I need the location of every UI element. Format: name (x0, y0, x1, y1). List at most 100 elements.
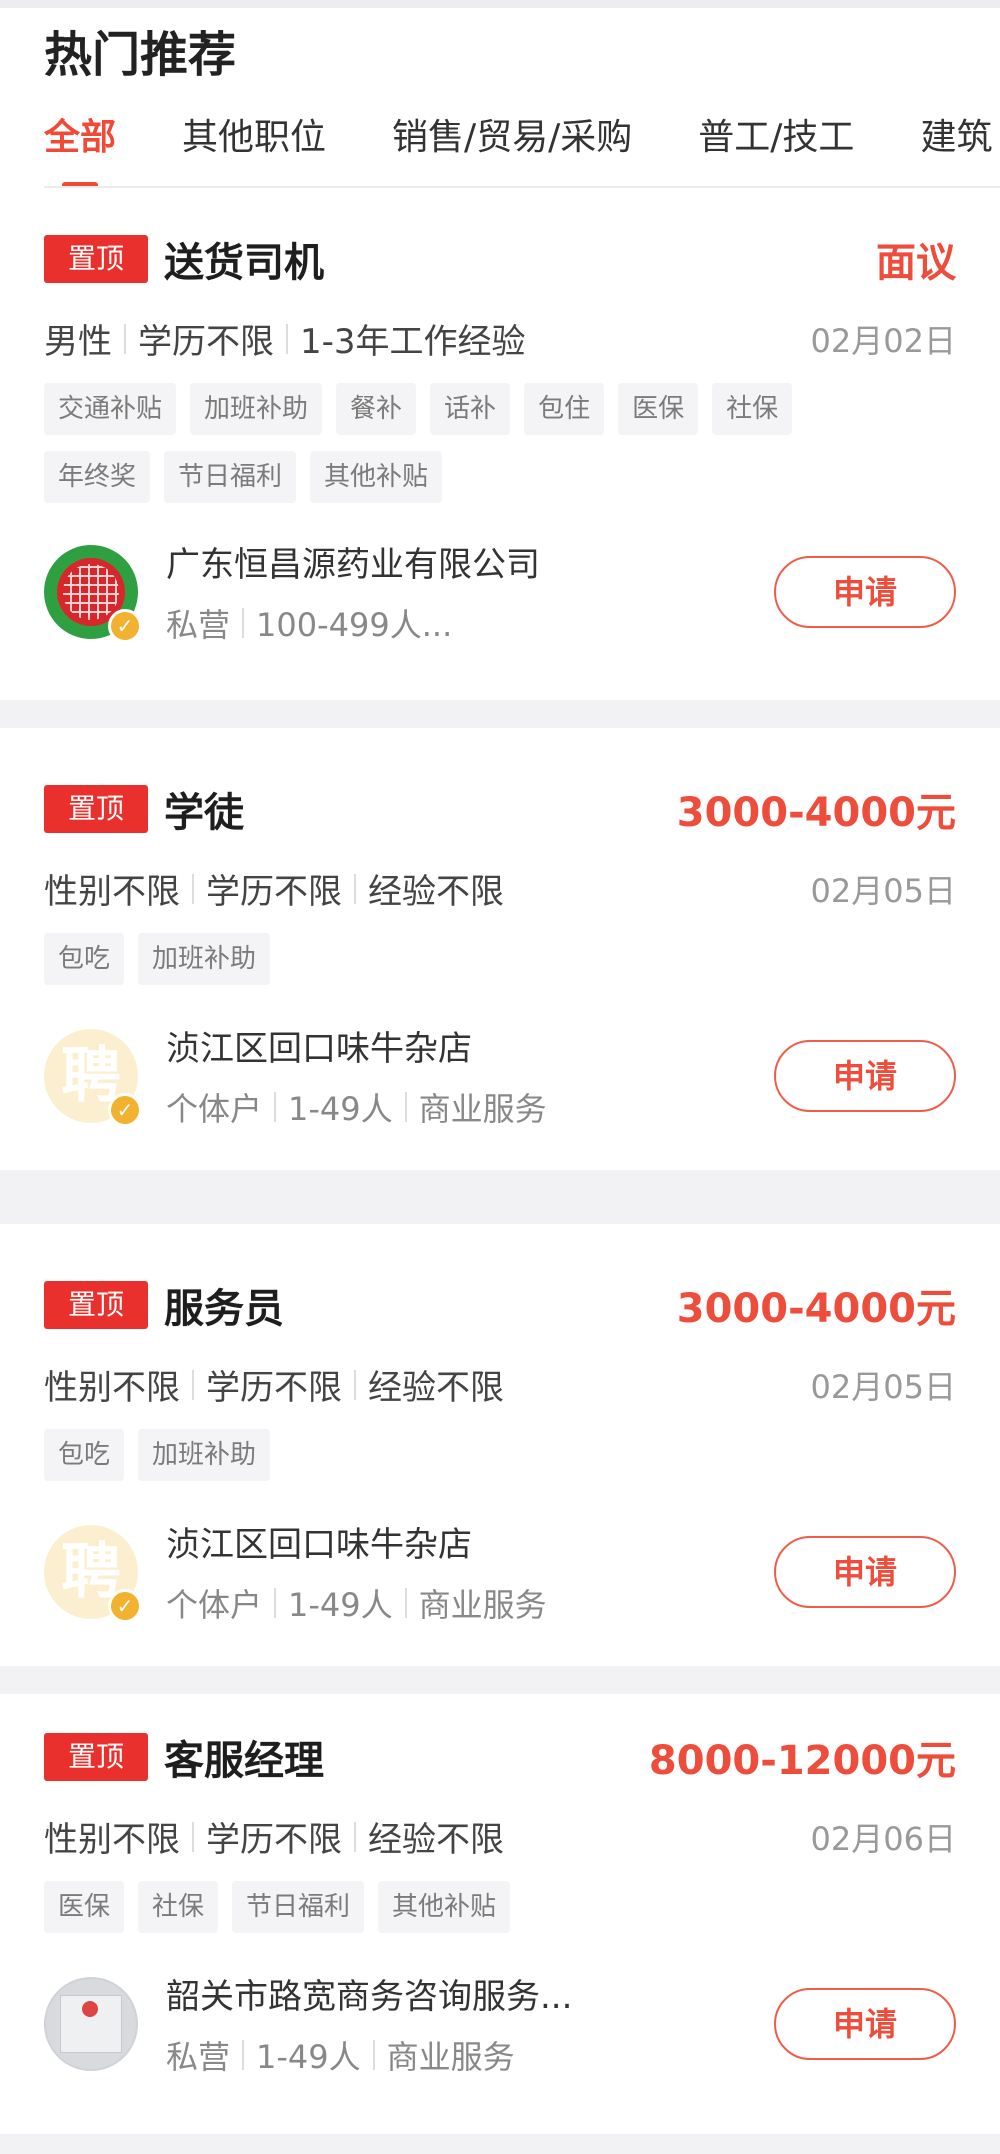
company-type: 私营 (166, 2038, 231, 2076)
benefit-tag: 医保 (44, 1881, 125, 1933)
company-industry: 商业服务 (418, 1090, 547, 1128)
separator (286, 323, 288, 354)
separator (124, 323, 126, 354)
top-divider (0, 0, 1000, 8)
benefit-tag: 节日福利 (164, 451, 297, 503)
pinned-badge: 置顶 (44, 1281, 148, 1329)
benefit-tag: 加班补助 (138, 933, 271, 985)
benefit-tag: 加班补助 (138, 1429, 271, 1481)
apply-button[interactable]: 申请 (774, 1039, 956, 1112)
company-meta: 个体户 1-49人 商业服务 (166, 1580, 547, 1626)
job-salary: 8000-12000元 (648, 1738, 956, 1784)
benefit-tag: 包吃 (44, 933, 125, 985)
apply-button[interactable]: 申请 (774, 1535, 956, 1608)
section-title: 热门推荐 (44, 27, 237, 83)
gender-requirement: 男性 (44, 322, 112, 362)
separator (192, 873, 194, 904)
education-requirement: 学历不限 (206, 872, 342, 912)
benefit-tag: 社保 (712, 383, 793, 435)
job-card[interactable]: 置顶 送货司机 面议 男性 学历不限 1-3年工作经验 02月02日 交通补贴 … (0, 188, 1000, 700)
tab-construction[interactable]: 建筑 (920, 108, 992, 186)
separator (354, 873, 356, 904)
job-salary: 3000-4000元 (676, 1286, 956, 1332)
company-type: 个体户 (166, 1090, 263, 1128)
tab-other-positions[interactable]: 其他职位 (182, 108, 326, 186)
tab-sales-trade-purchasing[interactable]: 销售/贸易/采购 (392, 108, 632, 186)
company-name: 浈江区回口味牛杂店 (166, 1525, 472, 1565)
company-size: 1-49人 (288, 1090, 393, 1128)
card-divider (0, 1666, 1000, 1694)
job-requirements: 性别不限 学历不限 经验不限 (44, 1812, 504, 1861)
company-meta: 私营 100-499人... (166, 600, 540, 646)
job-requirements: 性别不限 学历不限 经验不限 (44, 1360, 504, 1409)
tab-all[interactable]: 全部 (44, 108, 116, 186)
company-meta: 个体户 1-49人 商业服务 (166, 1084, 547, 1130)
company-name: 广东恒昌源药业有限公司 (166, 545, 540, 585)
benefit-tag: 医保 (618, 383, 699, 435)
job-salary: 面议 (876, 240, 956, 286)
benefit-tags: 包吃 加班补助 (44, 933, 904, 1001)
benefit-tag: 包吃 (44, 1429, 125, 1481)
experience-requirement: 经验不限 (368, 872, 504, 912)
separator (274, 1092, 277, 1122)
gender-requirement: 性别不限 (44, 872, 180, 912)
education-requirement: 学历不限 (206, 1820, 342, 1860)
benefit-tag: 加班补助 (190, 383, 323, 435)
company-type: 私营 (166, 606, 231, 644)
job-card[interactable]: 置顶 服务员 3000-4000元 性别不限 学历不限 经验不限 02月05日 … (0, 1224, 1000, 1666)
apply-button[interactable]: 申请 (774, 555, 956, 628)
benefit-tag: 节日福利 (232, 1881, 365, 1933)
company-type: 个体户 (166, 1586, 263, 1624)
education-requirement: 学历不限 (138, 322, 274, 362)
gender-requirement: 性别不限 (44, 1368, 180, 1408)
separator (242, 2040, 245, 2070)
job-requirements: 男性 学历不限 1-3年工作经验 (44, 314, 526, 363)
benefit-tag: 包住 (524, 383, 605, 435)
benefit-tag: 其他补贴 (378, 1881, 511, 1933)
benefit-tags: 医保 社保 节日福利 其他补贴 (44, 1881, 904, 1949)
experience-requirement: 经验不限 (368, 1368, 504, 1408)
company-industry: 商业服务 (386, 2038, 515, 2076)
company-meta: 私营 1-49人 商业服务 (166, 2032, 572, 2078)
pinned-badge: 置顶 (44, 235, 148, 283)
experience-requirement: 经验不限 (368, 1820, 504, 1860)
benefit-tag: 其他补贴 (310, 451, 443, 503)
separator (404, 1588, 407, 1618)
post-date: 02月06日 (810, 1819, 956, 1858)
education-requirement: 学历不限 (206, 1368, 342, 1408)
separator (372, 2040, 375, 2070)
company-size: 100-499人... (256, 606, 453, 644)
card-divider (0, 700, 1000, 728)
post-date: 02月02日 (810, 321, 956, 360)
job-title: 学徒 (164, 790, 244, 836)
tab-general-labor[interactable]: 普工/技工 (698, 108, 854, 186)
job-salary: 3000-4000元 (676, 790, 956, 836)
job-card[interactable]: 置顶 客服经理 8000-12000元 性别不限 学历不限 经验不限 02月06… (0, 1694, 1000, 2134)
separator (354, 1369, 356, 1400)
pinned-badge: 置顶 (44, 785, 148, 833)
company-logo: 聘 ✓ (44, 1028, 142, 1127)
separator (354, 1821, 356, 1852)
verified-icon: ✓ (108, 1092, 142, 1127)
benefit-tags: 包吃 加班补助 (44, 1429, 904, 1497)
gender-requirement: 性别不限 (44, 1820, 180, 1860)
separator (192, 1369, 194, 1400)
job-card[interactable]: 置顶 学徒 3000-4000元 性别不限 学历不限 经验不限 02月05日 包… (0, 728, 1000, 1170)
category-tabs: 全部 其他职位 销售/贸易/采购 普工/技工 建筑 (44, 88, 1000, 188)
company-industry: 商业服务 (418, 1586, 547, 1624)
company-name: 浈江区回口味牛杂店 (166, 1029, 472, 1069)
apply-button[interactable]: 申请 (774, 1987, 956, 2060)
company-size: 1-49人 (256, 2038, 361, 2076)
company-size: 1-49人 (288, 1586, 393, 1624)
separator (242, 608, 245, 638)
company-name: 韶关市路宽商务咨询服务... (166, 1977, 573, 2017)
header: 热门推荐 全部 其他职位 销售/贸易/采购 普工/技工 建筑 (0, 8, 1000, 188)
pinned-badge: 置顶 (44, 1733, 148, 1781)
job-title: 送货司机 (164, 240, 324, 286)
company-logo: 聘 ✓ (44, 1524, 142, 1623)
benefit-tag: 交通补贴 (44, 383, 177, 435)
post-date: 02月05日 (810, 871, 956, 910)
company-logo: ✓ (44, 544, 142, 643)
job-title: 客服经理 (164, 1738, 324, 1784)
experience-requirement: 1-3年工作经验 (300, 322, 526, 362)
